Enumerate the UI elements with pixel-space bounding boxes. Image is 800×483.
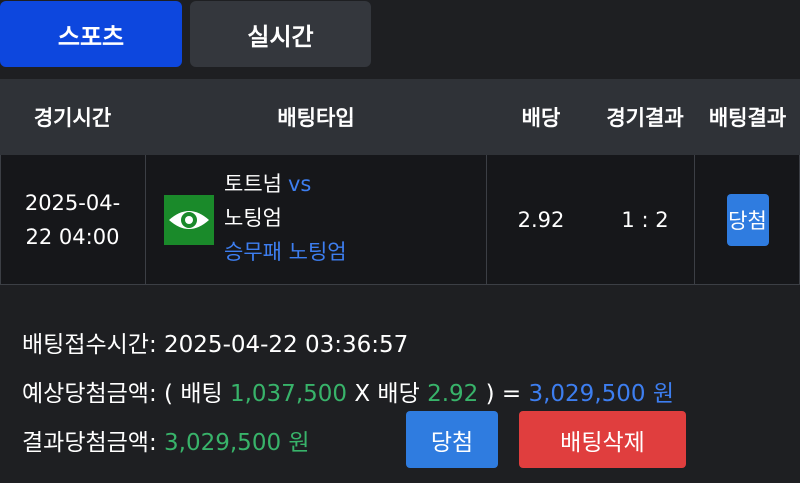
- match-time-date: 2025-04-: [24, 191, 121, 215]
- header-bet-result: 배팅결과: [708, 106, 787, 130]
- odds-value: 2.92: [517, 208, 565, 232]
- expected-payout-label: 예상당첨금액:: [22, 381, 157, 407]
- vs-label: vs: [287, 172, 312, 196]
- match-teams-line: 토트넘 vs: [224, 167, 347, 201]
- bet-pick: 승무패 노팅엄: [224, 240, 347, 264]
- win-button[interactable]: 당첨: [406, 411, 498, 468]
- open-paren: (: [164, 381, 174, 407]
- header-bet-type: 배팅타입: [277, 106, 355, 130]
- bet-history-page: 스포츠 실시간 경기시간 배팅타입 배당 경기결과 배팅결과 2025-04- …: [0, 0, 800, 483]
- table-header: 경기시간 배팅타입 배당 경기결과 배팅결과: [0, 79, 800, 155]
- close-paren-equals: ) =: [485, 381, 522, 407]
- summary-odds-value: 2.92: [427, 381, 479, 407]
- bet-type-cell: 토트넘 vs 노팅엄 승무패 노팅엄: [146, 155, 486, 285]
- status-badge: 당첨: [726, 194, 769, 246]
- expected-payout-line: 예상당첨금액: ( 배팅 1,037,500 X 배당 2.92 ) = 3,0…: [22, 374, 674, 408]
- match-score: 1 : 2: [621, 208, 669, 232]
- header-match-time: 경기시간: [33, 106, 112, 130]
- table-row: 2025-04- 22 04:00 토트넘 vs 노팅엄 승무패 노팅엄 2.92…: [0, 155, 800, 285]
- bet-time-value: 2025-04-22 03:36:57: [164, 332, 409, 358]
- match-time-clock: 22 04:00: [25, 225, 120, 249]
- result-payout-line: 결과당첨금액: 3,029,500 원: [22, 423, 310, 457]
- header-odds: 배당: [521, 106, 561, 130]
- expected-amount: 3,029,500 원: [528, 381, 674, 407]
- eye-icon-graphic: [169, 211, 209, 229]
- header-match-result: 경기결과: [606, 106, 684, 130]
- bet-word: 배팅: [180, 381, 223, 407]
- match-time-cell: 2025-04- 22 04:00: [0, 155, 145, 285]
- result-payout-label: 결과당첨금액:: [22, 430, 157, 456]
- bet-result-cell: 당첨: [695, 155, 800, 285]
- bet-time-line: 배팅접수시간: 2025-04-22 03:36:57: [22, 325, 408, 359]
- bet-time-label: 배팅접수시간:: [22, 332, 157, 358]
- away-team: 노팅엄: [224, 206, 282, 230]
- eye-icon[interactable]: [164, 195, 214, 245]
- multiply-sign: X: [354, 381, 371, 407]
- result-amount: 3,029,500 원: [164, 430, 310, 456]
- delete-bet-button[interactable]: 배팅삭제: [519, 411, 686, 468]
- bet-amount: 1,037,500: [229, 381, 348, 407]
- tab-live[interactable]: 실시간: [190, 1, 371, 67]
- home-team: 토트넘: [224, 172, 282, 196]
- odds-word: 배당: [377, 381, 420, 407]
- tab-sports[interactable]: 스포츠: [0, 1, 182, 67]
- match-info: 토트넘 vs 노팅엄 승무패 노팅엄: [224, 167, 347, 269]
